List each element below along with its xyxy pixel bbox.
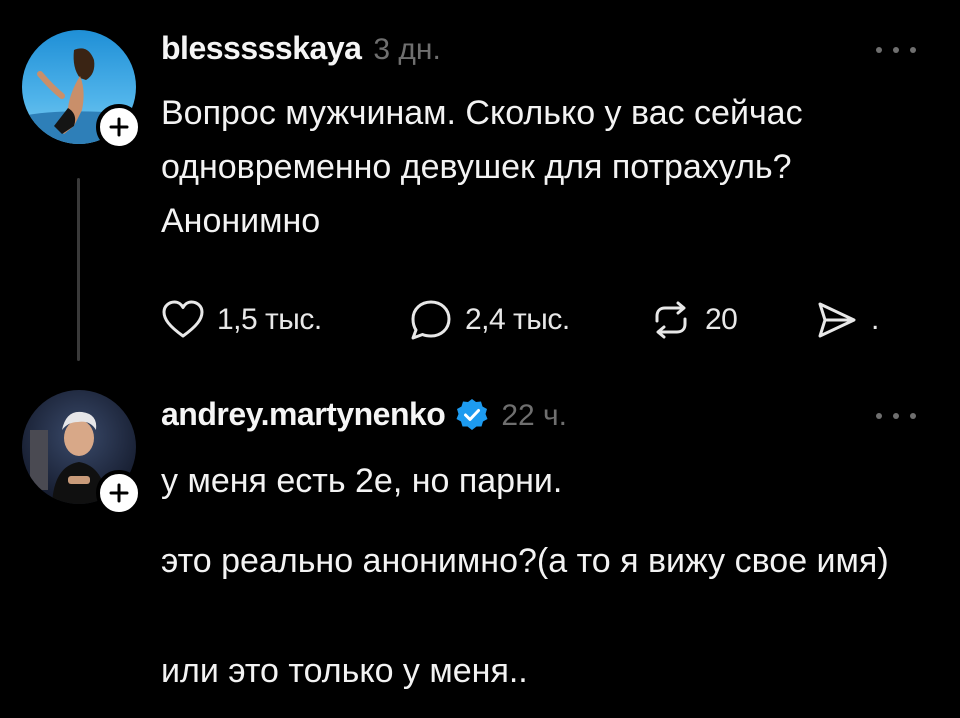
share-suffix: . — [871, 303, 879, 336]
more-dots-icon[interactable] — [876, 40, 916, 60]
reply-text-line: или это только у меня.. — [161, 652, 528, 690]
username[interactable]: blesssssk​aya — [161, 30, 362, 67]
like-button[interactable]: 1,5 тыс. — [161, 290, 322, 350]
post-time: 3 дн. — [373, 33, 441, 66]
like-count: 1,5 тыс. — [217, 303, 322, 336]
send-icon — [818, 302, 856, 338]
reply-text-line: у меня есть 2е, но парни. — [161, 462, 563, 500]
plus-icon — [109, 117, 129, 137]
verified-badge-icon — [456, 398, 488, 430]
reply-count: 2,4 тыс. — [465, 303, 570, 336]
share-button[interactable]: . — [815, 290, 879, 350]
speech-bubble-icon — [411, 300, 451, 340]
reply-button[interactable]: 2,4 тыс. — [409, 290, 570, 350]
more-dots-icon[interactable] — [876, 406, 916, 426]
post-header: andrey.martynenko 22 ч. — [161, 396, 567, 433]
reply-text-line: это реально анонимно?(а то я вижу свое и… — [161, 542, 889, 580]
username[interactable]: andrey.martynenko — [161, 396, 446, 433]
repost-count: 20 — [705, 303, 738, 336]
plus-icon — [109, 483, 129, 503]
post-reply: andrey.martynenko 22 ч. у меня есть 2е, … — [0, 390, 960, 718]
post-header: blesssssk​aya 3 дн. — [161, 30, 441, 67]
post-text: Вопрос мужчинам. Сколько у вас сейчас од… — [161, 94, 803, 240]
follow-button[interactable] — [96, 104, 142, 150]
post-actions: 1,5 тыс. 2,4 тыс. 20 . — [161, 290, 921, 350]
repost-button[interactable]: 20 — [649, 290, 738, 350]
thread-line — [77, 178, 80, 361]
post-time: 22 ч. — [501, 399, 568, 432]
heart-icon — [162, 300, 204, 338]
post-original: blesssssk​aya 3 дн. Вопрос мужчинам. Ско… — [0, 0, 960, 390]
follow-button[interactable] — [96, 470, 142, 516]
repost-arrows-icon — [655, 301, 687, 339]
